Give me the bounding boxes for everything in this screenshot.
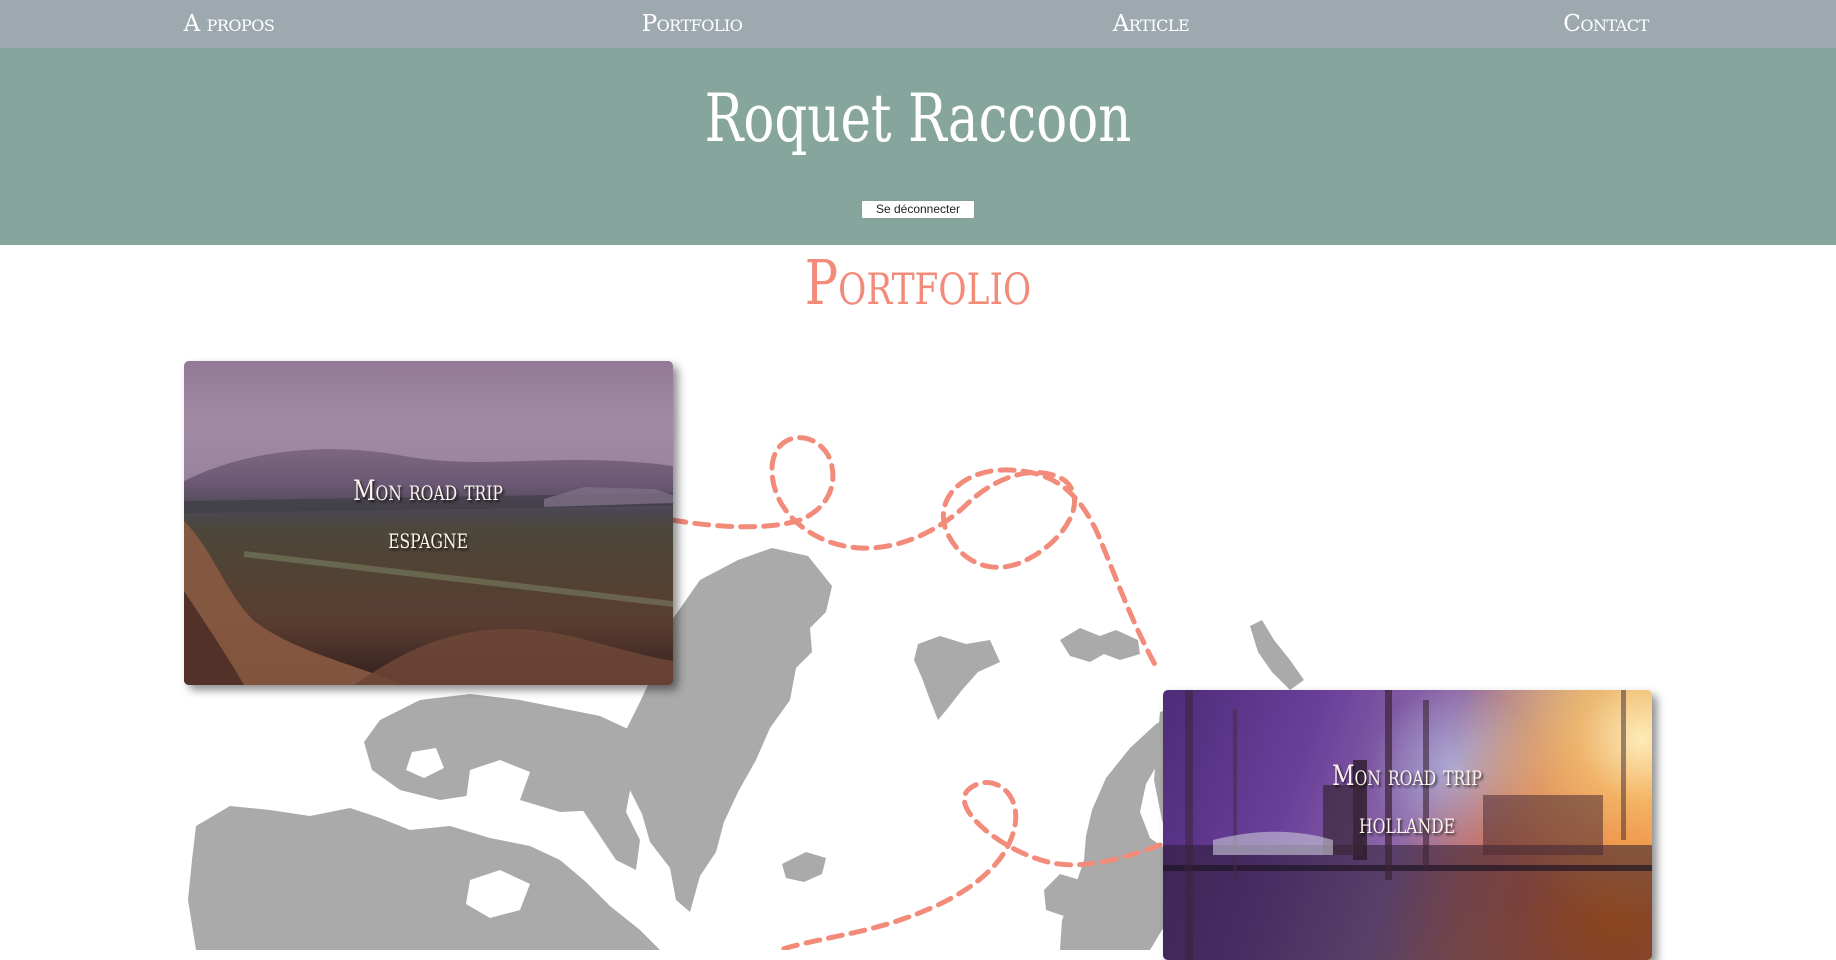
- site-title: Roquet Raccoon: [704, 80, 1132, 157]
- card-photo-spain: [184, 361, 673, 685]
- map-land-north-america: [188, 806, 660, 950]
- portfolio-card-spain[interactable]: Mon road trip espagne: [184, 361, 673, 685]
- top-navigation: A propos Portfolio Article Contact: [0, 0, 1836, 48]
- map-land-svalbard: [914, 636, 1000, 720]
- map-land-franz-josef: [1060, 628, 1140, 662]
- map-land-novaya-zemlya: [1250, 620, 1304, 690]
- logout-button[interactable]: Se déconnecter: [861, 200, 975, 219]
- nav-link-article[interactable]: Article: [1113, 0, 1190, 48]
- portfolio-card-holland[interactable]: Mon road trip hollande: [1163, 690, 1652, 960]
- nav-link-contact[interactable]: Contact: [1563, 0, 1649, 48]
- card-photo-holland: [1163, 690, 1652, 960]
- nav-link-portfolio[interactable]: Portfolio: [642, 0, 743, 48]
- nav-link-a-propos[interactable]: A propos: [184, 0, 275, 48]
- portfolio-heading: Portfolio: [804, 246, 1032, 319]
- map-land-iceland: [782, 852, 826, 882]
- site-header: Roquet Raccoon Se déconnecter: [0, 48, 1836, 245]
